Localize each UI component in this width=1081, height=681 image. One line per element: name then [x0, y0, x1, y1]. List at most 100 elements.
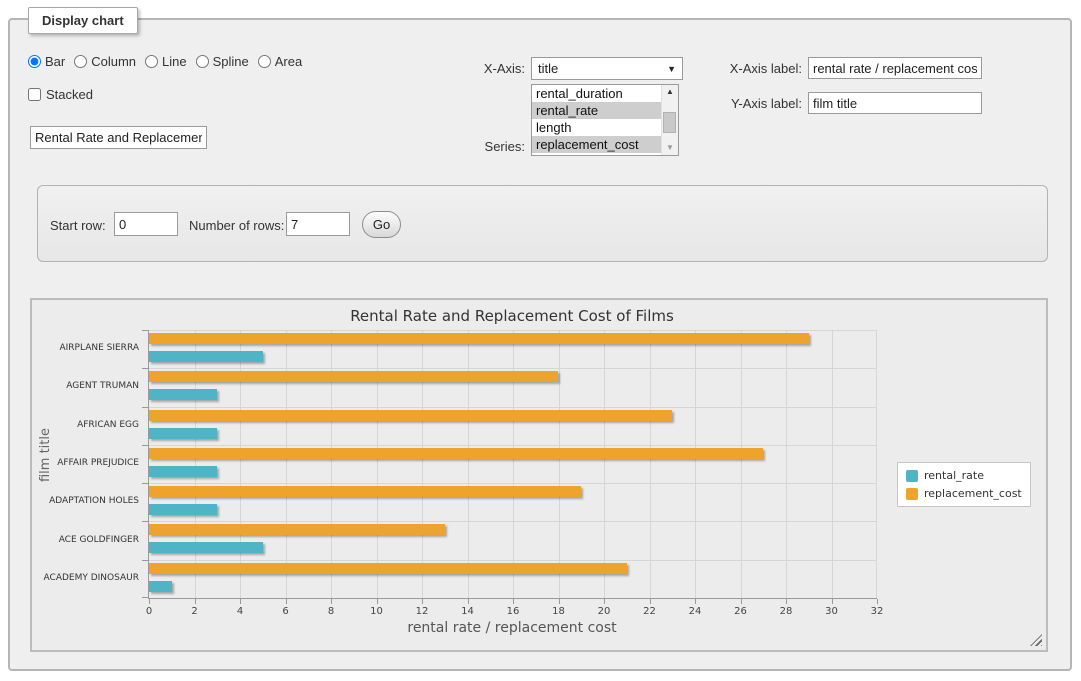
- category-label: ACADEMY DINOSAUR: [32, 573, 139, 583]
- chart-title-input[interactable]: [30, 126, 207, 149]
- x-axis-select[interactable]: title ▼: [531, 57, 683, 80]
- radio-column-label: Column: [91, 54, 136, 69]
- vertical-gridline: [468, 330, 469, 598]
- series-option[interactable]: length: [532, 119, 662, 136]
- radio-line[interactable]: Line: [145, 54, 187, 69]
- radio-spline-input[interactable]: [196, 55, 209, 68]
- vertical-gridline: [832, 330, 833, 598]
- bar-rental_rate[interactable]: [149, 428, 217, 439]
- radio-area-input[interactable]: [258, 55, 271, 68]
- chevron-down-icon: ▼: [667, 64, 676, 74]
- y-axis-label-input[interactable]: [808, 92, 982, 114]
- vertical-gridline: [195, 330, 196, 598]
- start-row-input[interactable]: [114, 212, 178, 236]
- x-tick-label: 28: [766, 606, 806, 617]
- legend-item[interactable]: rental_rate: [906, 469, 1022, 482]
- plot-area: 02468101214161820222426283032: [148, 330, 877, 599]
- x-tick-label: 32: [857, 606, 897, 617]
- vertical-gridline: [604, 330, 605, 598]
- bar-replacement_cost[interactable]: [149, 371, 558, 382]
- category-label: ACE GOLDFINGER: [32, 535, 139, 545]
- resize-grip-icon[interactable]: [1030, 634, 1042, 646]
- series-option[interactable]: rental_duration: [532, 85, 662, 102]
- legend-label: replacement_cost: [924, 487, 1022, 500]
- x-axis-tick: [877, 599, 878, 604]
- bar-rental_rate[interactable]: [149, 542, 263, 553]
- bar-replacement_cost[interactable]: [149, 410, 672, 421]
- radio-column[interactable]: Column: [74, 54, 136, 69]
- category-label: AFRICAN EGG: [32, 420, 139, 430]
- bar-rental_rate[interactable]: [149, 466, 217, 477]
- x-axis-selected-value: title: [538, 61, 558, 76]
- stacked-label: Stacked: [46, 87, 93, 102]
- scrollbar-thumb[interactable]: [663, 112, 676, 133]
- radio-area[interactable]: Area: [258, 54, 302, 69]
- x-axis-label-input[interactable]: [808, 57, 982, 79]
- page: Display chart Bar Column Line Spline Are…: [0, 0, 1081, 681]
- series-option[interactable]: replacement_cost: [532, 136, 662, 153]
- scroll-up-icon[interactable]: ▲: [662, 85, 678, 99]
- x-axis-tick: [468, 599, 469, 604]
- vertical-gridline: [741, 330, 742, 598]
- bar-replacement_cost[interactable]: [149, 448, 763, 459]
- x-axis-tick: [650, 599, 651, 604]
- bar-rental_rate[interactable]: [149, 581, 172, 592]
- x-tick-label: 10: [357, 606, 397, 617]
- chart-type-radio-group: Bar Column Line Spline Area: [28, 54, 302, 69]
- x-axis-tick: [786, 599, 787, 604]
- bar-replacement_cost[interactable]: [149, 563, 627, 574]
- fieldset-legend: Display chart: [28, 7, 138, 34]
- x-tick-label: 20: [584, 606, 624, 617]
- legend-label: rental_rate: [924, 469, 984, 482]
- series-option[interactable]: rental_rate: [532, 102, 662, 119]
- bar-rental_rate[interactable]: [149, 351, 263, 362]
- radio-bar[interactable]: Bar: [28, 54, 65, 69]
- x-axis-tick: [741, 599, 742, 604]
- vertical-gridline: [422, 330, 423, 598]
- x-axis-tick: [240, 599, 241, 604]
- vertical-gridline: [286, 330, 287, 598]
- x-axis-tick: [604, 599, 605, 604]
- y-axis-tick: [142, 521, 148, 522]
- y-axis-tick: [142, 330, 148, 331]
- x-tick-label: 30: [812, 606, 852, 617]
- category-label: AIRPLANE SIERRA: [32, 343, 139, 353]
- category-label: AGENT TRUMAN: [32, 381, 139, 391]
- x-axis-tick: [149, 599, 150, 604]
- bar-replacement_cost[interactable]: [149, 524, 445, 535]
- bar-replacement_cost[interactable]: [149, 486, 581, 497]
- bar-rental_rate[interactable]: [149, 389, 217, 400]
- x-tick-label: 14: [448, 606, 488, 617]
- go-button[interactable]: Go: [362, 211, 401, 238]
- x-axis-tick: [286, 599, 287, 604]
- radio-line-label: Line: [162, 54, 187, 69]
- radio-column-input[interactable]: [74, 55, 87, 68]
- radio-area-label: Area: [275, 54, 302, 69]
- x-axis-tick: [695, 599, 696, 604]
- x-axis-tick: [422, 599, 423, 604]
- num-rows-input[interactable]: [286, 212, 350, 236]
- stacked-checkbox[interactable]: [28, 88, 41, 101]
- scroll-down-icon[interactable]: ▼: [662, 141, 678, 155]
- x-axis-tick: [195, 599, 196, 604]
- x-tick-label: 24: [675, 606, 715, 617]
- bar-rental_rate[interactable]: [149, 504, 217, 515]
- series-listbox[interactable]: rental_durationrental_ratelengthreplacem…: [531, 84, 679, 156]
- vertical-gridline: [331, 330, 332, 598]
- y-axis-tick: [142, 560, 148, 561]
- legend-item[interactable]: replacement_cost: [906, 487, 1022, 500]
- x-axis-title: rental rate / replacement cost: [148, 620, 876, 636]
- radio-bar-input[interactable]: [28, 55, 41, 68]
- radio-line-input[interactable]: [145, 55, 158, 68]
- radio-spline[interactable]: Spline: [196, 54, 249, 69]
- chart-legend: rental_rate replacement_cost: [897, 462, 1031, 507]
- vertical-gridline: [559, 330, 560, 598]
- vertical-gridline: [786, 330, 787, 598]
- bar-replacement_cost[interactable]: [149, 333, 809, 344]
- stacked-checkbox-row[interactable]: Stacked: [28, 87, 93, 102]
- series-select-label: Series:: [445, 139, 525, 154]
- radio-bar-label: Bar: [45, 54, 65, 69]
- y-axis-tick: [142, 597, 148, 598]
- series-scrollbar[interactable]: ▲ ▼: [661, 85, 678, 155]
- chart-title: Rental Rate and Replacement Cost of Film…: [148, 307, 876, 325]
